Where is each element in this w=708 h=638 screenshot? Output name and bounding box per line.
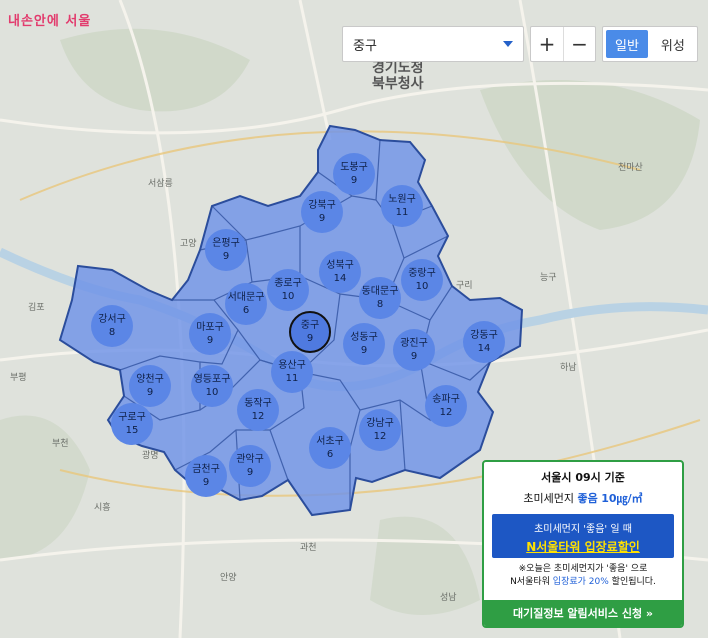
district-marker-gangseo[interactable]: 강서구 8 bbox=[91, 305, 133, 347]
district-marker-dobong[interactable]: 도봉구 9 bbox=[333, 153, 375, 195]
district-marker-seodaemun[interactable]: 서대문구 6 bbox=[225, 283, 267, 325]
note-prefix: N서울타워 bbox=[510, 577, 553, 587]
district-marker-seongdong[interactable]: 성동구 9 bbox=[343, 323, 385, 365]
note-line-1: ※오늘은 초미세먼지가 '좋음' 으로 bbox=[518, 564, 648, 574]
app-logo[interactable]: 내손안에 서울 bbox=[8, 10, 91, 29]
district-marker-seocho[interactable]: 서초구 6 bbox=[309, 427, 351, 469]
map-toolbar: 중구 + − 일반 위성 bbox=[342, 26, 698, 62]
district-marker-songpa[interactable]: 송파구 12 bbox=[425, 385, 467, 427]
district-marker-jungnang[interactable]: 중랑구 10 bbox=[401, 259, 443, 301]
district-select[interactable]: 중구 bbox=[342, 26, 524, 62]
district-marker-eunpyeong[interactable]: 은평구 9 bbox=[205, 229, 247, 271]
district-marker-jongno[interactable]: 종로구 10 bbox=[267, 269, 309, 311]
map-type-toggle: 일반 위성 bbox=[602, 26, 698, 62]
district-marker-gangnam[interactable]: 강남구 12 bbox=[359, 409, 401, 451]
panel-header: 서울시 09시 기준 bbox=[541, 471, 625, 484]
map-type-satellite-button[interactable]: 위성 bbox=[652, 30, 694, 58]
pm-reading: 초미세먼지 좋음 10㎍/㎥ bbox=[484, 490, 682, 506]
note-suffix: 할인됩니다. bbox=[608, 577, 656, 587]
alert-service-button[interactable]: 대기질정보 알림서비스 신청 » bbox=[484, 600, 682, 626]
district-marker-geumcheon[interactable]: 금천구 9 bbox=[185, 455, 227, 497]
chevron-down-icon bbox=[503, 41, 513, 47]
district-marker-gwangjin[interactable]: 광진구 9 bbox=[393, 329, 435, 371]
promo-link[interactable]: N서울타워 입장료할인 bbox=[492, 538, 674, 555]
pm-label: 초미세먼지 bbox=[523, 492, 575, 505]
discount-note: ※오늘은 초미세먼지가 '좋음' 으로 N서울타워 입장료가 20% 할인됩니다… bbox=[484, 563, 682, 589]
air-quality-panel: 서울시 09시 기준 초미세먼지 좋음 10㎍/㎥ 초미세먼지 '좋음' 일 때… bbox=[482, 460, 684, 628]
district-marker-guro[interactable]: 구로구 15 bbox=[111, 403, 153, 445]
note-highlight: 입장료가 20% bbox=[552, 577, 609, 587]
promo-box[interactable]: 초미세먼지 '좋음' 일 때 N서울타워 입장료할인 bbox=[492, 514, 674, 558]
zoom-out-button[interactable]: − bbox=[563, 27, 595, 61]
map-type-normal-button[interactable]: 일반 bbox=[606, 30, 648, 58]
note-line-2: N서울타워 입장료가 20% 할인됩니다. bbox=[484, 576, 682, 589]
district-marker-yongsan[interactable]: 용산구 11 bbox=[271, 351, 313, 393]
zoom-in-button[interactable]: + bbox=[531, 27, 563, 61]
district-marker-nowon[interactable]: 노원구 11 bbox=[381, 185, 423, 227]
promo-text: 초미세먼지 '좋음' 일 때 bbox=[534, 524, 632, 535]
district-marker-yeongdeungpo[interactable]: 영등포구 10 bbox=[191, 365, 233, 407]
district-marker-seongbuk[interactable]: 성북구 14 bbox=[319, 251, 361, 293]
district-select-value: 중구 bbox=[353, 38, 377, 54]
district-marker-gangbuk[interactable]: 강북구 9 bbox=[301, 191, 343, 233]
district-marker-dongjak[interactable]: 동작구 12 bbox=[237, 389, 279, 431]
pm-value: 10㎍/㎥ bbox=[601, 492, 643, 505]
district-marker-gangdong[interactable]: 강동구 14 bbox=[463, 321, 505, 363]
district-marker-gwanak[interactable]: 관악구 9 bbox=[229, 445, 271, 487]
district-marker-dongdaemun[interactable]: 동대문구 8 bbox=[359, 277, 401, 319]
district-marker-jung[interactable]: 중구 9 bbox=[289, 311, 331, 353]
pm-status: 좋음 bbox=[577, 492, 598, 505]
zoom-controls: + − bbox=[530, 26, 596, 62]
district-marker-yangcheon[interactable]: 양천구 9 bbox=[129, 365, 171, 407]
district-marker-mapo[interactable]: 마포구 9 bbox=[189, 313, 231, 355]
